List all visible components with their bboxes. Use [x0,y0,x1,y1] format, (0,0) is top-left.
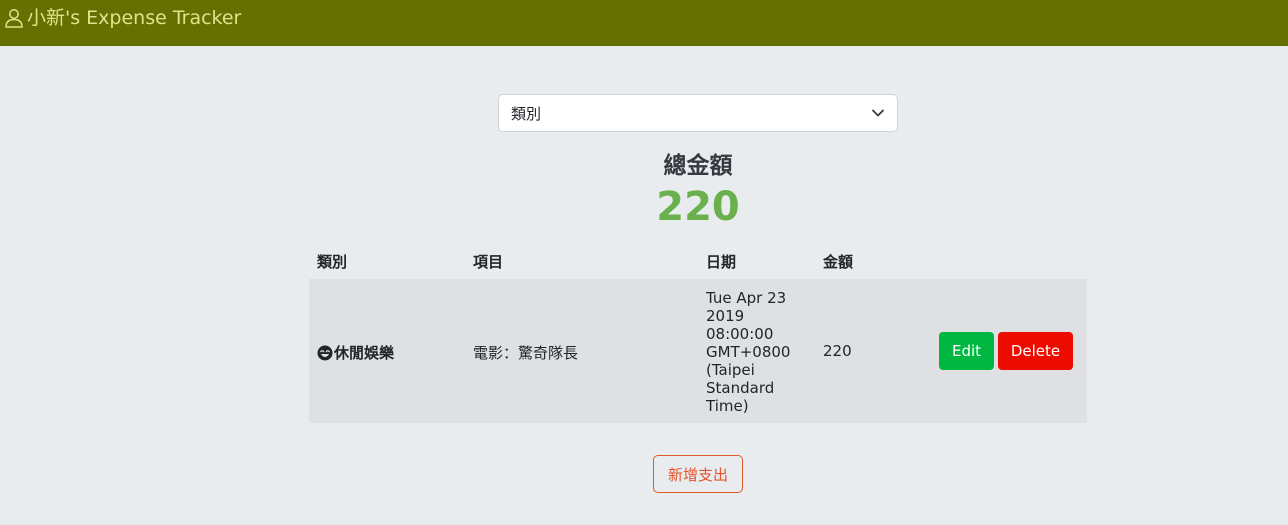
laughing-face-icon [317,345,333,360]
row-category-label: 休閒娛樂 [334,344,395,362]
table-header: 類別 項目 日期 金額 [309,246,1087,279]
brand-link[interactable]: 小新's Expense Tracker [4,6,241,30]
total-amount: 220 [656,184,740,230]
row-date: Tue Apr 23 2019 08:00:00 GMT+0800 (Taipe… [706,289,791,415]
edit-button[interactable]: Edit [939,332,994,370]
category-filter-select[interactable]: 類別 [498,94,898,132]
row-amount: 220 [823,342,852,360]
row-item: 電影：驚奇隊長 [473,344,579,362]
header-category: 類別 [317,253,348,271]
navbar: 小新's Expense Tracker [0,0,1288,46]
header-date: 日期 [706,253,737,271]
user-icon [5,9,23,28]
main-content: 類別 總金額 220 類別 項目 日期 金額 休閒娛樂 電影：驚奇隊長 Tue … [0,46,1288,525]
table-row: 休閒娛樂 電影：驚奇隊長 Tue Apr 23 2019 08:00:00 GM… [309,279,1087,423]
add-expense-button[interactable]: 新增支出 [653,455,743,493]
header-item: 項目 [473,253,504,271]
category-filter-value: 類別 [511,104,542,123]
header-amount: 金額 [823,253,854,271]
delete-button[interactable]: Delete [998,332,1073,370]
expense-table: 類別 項目 日期 金額 休閒娛樂 電影：驚奇隊長 Tue Apr 23 2019… [309,246,1087,423]
chevron-down-icon [872,109,884,117]
row-category: 休閒娛樂 [317,342,394,363]
total-label: 總金額 [663,153,733,179]
app-title: 小新's Expense Tracker [27,7,242,29]
